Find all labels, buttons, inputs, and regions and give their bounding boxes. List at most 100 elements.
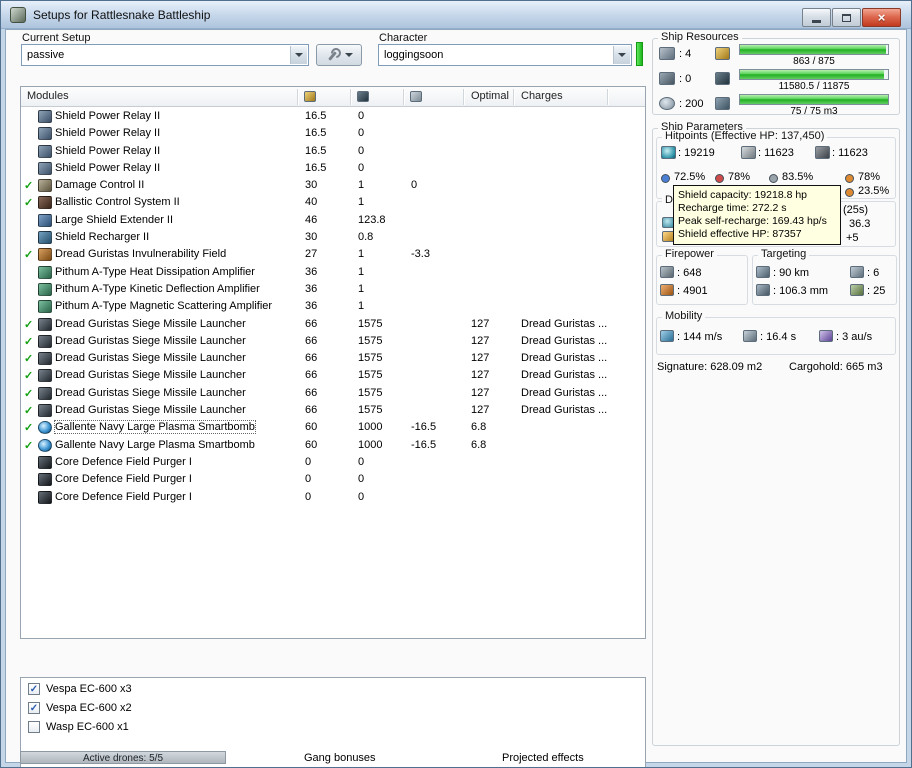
projected-effects-label[interactable]: Projected effects [502, 752, 584, 764]
active-check-icon: ✓ [24, 370, 34, 383]
align-time-icon [743, 330, 757, 342]
module-row[interactable]: ✓ Dread Guristas Siege Missile Launcher 66… [21, 316, 645, 333]
minimize-button[interactable] [802, 8, 831, 27]
module-cpu: 66 [305, 404, 318, 417]
tooltip-line: Shield effective HP: 87357 [678, 228, 802, 240]
defense-fragment-duration: (25s) [843, 204, 869, 216]
maximize-button[interactable] [832, 8, 861, 27]
slot-count: : 4 [679, 48, 692, 60]
module-name: Pithum A-Type Heat Dissipation Amplifier [55, 265, 255, 278]
smartbomb-module-icon [38, 421, 52, 435]
drone-item[interactable]: ✓ Vespa EC-600 x2 [21, 701, 645, 718]
targeting-range-value: : 90 km [773, 267, 810, 279]
warp-speed-value: : 3 au/s [836, 331, 873, 343]
signature-value: Signature: 628.09 m2 [657, 361, 763, 373]
module-row[interactable]: Pithum A-Type Magnetic Scattering Amplif… [21, 298, 645, 315]
active-drones-label: Active drones: 5/5 [82, 753, 164, 764]
module-row[interactable]: Core Defence Field Purger I 0 0 [21, 489, 645, 506]
module-charges: Dread Guristas ... [521, 352, 607, 365]
module-row[interactable]: ✓ Dread Guristas Siege Missile Launcher 66… [21, 402, 645, 419]
module-row[interactable]: ✓ Dread Guristas Siege Missile Launcher 66… [21, 333, 645, 350]
character-select-arrow[interactable] [613, 46, 630, 64]
titlebar[interactable]: Setups for Rattlesnake Battleship × [1, 1, 911, 29]
module-cpu: 30 [305, 231, 318, 244]
module-row[interactable]: ✓ Gallente Navy Large Plasma Smartbomb 60 1… [21, 419, 645, 436]
module-cpu: 16.5 [305, 127, 327, 140]
module-name: Shield Power Relay II [55, 127, 161, 140]
setup-select[interactable]: passive [21, 44, 309, 66]
targeting-panel: Targeting : 90 km : 6 : 106.3 mm : 25 [752, 248, 897, 305]
module-cpu: 16.5 [305, 161, 327, 174]
module-name: Shield Recharger II [55, 231, 150, 244]
module-row[interactable]: ✓ Dread Guristas Siege Missile Launcher 66… [21, 367, 645, 384]
module-row[interactable]: Pithum A-Type Heat Dissipation Amplifier… [21, 264, 645, 281]
drone-item[interactable]: ✓ Vespa EC-600 x3 [21, 682, 645, 699]
max-velocity-icon [660, 330, 674, 342]
rig-module-icon [38, 455, 52, 469]
module-row[interactable]: ✓ Dread Guristas Siege Missile Launcher 66… [21, 385, 645, 402]
module-row[interactable]: Shield Power Relay II 16.5 0 [21, 160, 645, 177]
module-optimal: 127 [471, 334, 490, 347]
cpu-column-icon[interactable] [304, 91, 316, 102]
defense-fragment-value: 36.3 [849, 218, 871, 230]
powergrid-column-icon[interactable] [357, 91, 369, 102]
module-name: Shield Power Relay II [55, 144, 161, 157]
drone-item[interactable]: Wasp EC-600 x1 [21, 720, 645, 737]
slot-count: : 0 [679, 73, 692, 85]
module-optimal: 127 [471, 352, 490, 365]
drone-checkbox[interactable] [28, 721, 40, 733]
setup-select-arrow[interactable] [290, 46, 307, 64]
module-row[interactable]: ✓ Damage Control II 30 1 0 [21, 177, 645, 194]
column-header-optimal[interactable]: Optimal [471, 90, 509, 102]
module-charges: Dread Guristas ... [521, 404, 607, 417]
column-separator[interactable] [350, 89, 351, 105]
modules-table[interactable]: Modules Optimal Charges Shield Power Rel… [20, 86, 646, 639]
resource-bar [739, 69, 889, 80]
lse-module-icon [38, 213, 52, 227]
module-row[interactable]: Shield Power Relay II 16.5 0 [21, 125, 645, 142]
module-row[interactable]: Pithum A-Type Kinetic Deflection Amplifi… [21, 281, 645, 298]
module-row[interactable]: ✓ Gallente Navy Large Plasma Smartbomb 60 1… [21, 437, 645, 454]
module-powergrid: 0 [358, 127, 365, 140]
window-title: Setups for Rattlesnake Battleship [33, 8, 211, 22]
column-separator[interactable] [607, 89, 608, 105]
close-button[interactable]: × [862, 8, 901, 27]
module-capacitor: -16.5 [411, 438, 437, 451]
capacitor-column-icon[interactable] [410, 91, 422, 102]
module-powergrid: 0.8 [358, 231, 374, 244]
module-row[interactable]: Shield Power Relay II 16.5 0 [21, 108, 645, 125]
active-check-icon: ✓ [24, 180, 34, 193]
column-header-modules[interactable]: Modules [27, 90, 69, 102]
character-select[interactable]: loggingsoon [378, 44, 632, 66]
column-separator[interactable] [463, 89, 464, 105]
chevron-down-icon [344, 53, 353, 57]
bcs-module-icon [38, 196, 52, 210]
module-row[interactable]: ✓ Dread Guristas Invulnerability Field 27 1… [21, 246, 645, 263]
max-velocity-value: : 144 m/s [677, 331, 723, 343]
active-check-icon: ✓ [24, 353, 34, 366]
module-name: Gallente Navy Large Plasma Smartbomb [55, 438, 255, 451]
launcher-module-icon [38, 334, 52, 348]
module-row[interactable]: Shield Recharger II 30 0.8 [21, 229, 645, 246]
module-name: Dread Guristas Siege Missile Launcher [55, 352, 246, 365]
drone-checkbox[interactable]: ✓ [28, 683, 40, 695]
module-cpu: 66 [305, 317, 318, 330]
module-cpu: 46 [305, 213, 318, 226]
column-header-charges[interactable]: Charges [521, 90, 563, 102]
explosive-resist-icon [845, 174, 854, 183]
module-row[interactable]: ✓ Ballistic Control System II 40 1 [21, 194, 645, 211]
resist-value: 23.5% [858, 185, 890, 197]
column-separator[interactable] [297, 89, 298, 105]
setup-tools-button[interactable] [316, 44, 362, 66]
module-row[interactable]: ✓ Dread Guristas Siege Missile Launcher 66… [21, 350, 645, 367]
gang-bonuses-label[interactable]: Gang bonuses [304, 752, 376, 764]
drone-checkbox[interactable]: ✓ [28, 702, 40, 714]
drone-label: Vespa EC-600 x3 [46, 683, 132, 695]
module-row[interactable]: Core Defence Field Purger I 0 0 [21, 454, 645, 471]
module-row[interactable]: Large Shield Extender II 46 123.8 [21, 212, 645, 229]
column-separator[interactable] [513, 89, 514, 105]
resist-value: 83.5% [782, 171, 814, 183]
module-row[interactable]: Core Defence Field Purger I 0 0 [21, 471, 645, 488]
column-separator[interactable] [403, 89, 404, 105]
module-row[interactable]: Shield Power Relay II 16.5 0 [21, 143, 645, 160]
